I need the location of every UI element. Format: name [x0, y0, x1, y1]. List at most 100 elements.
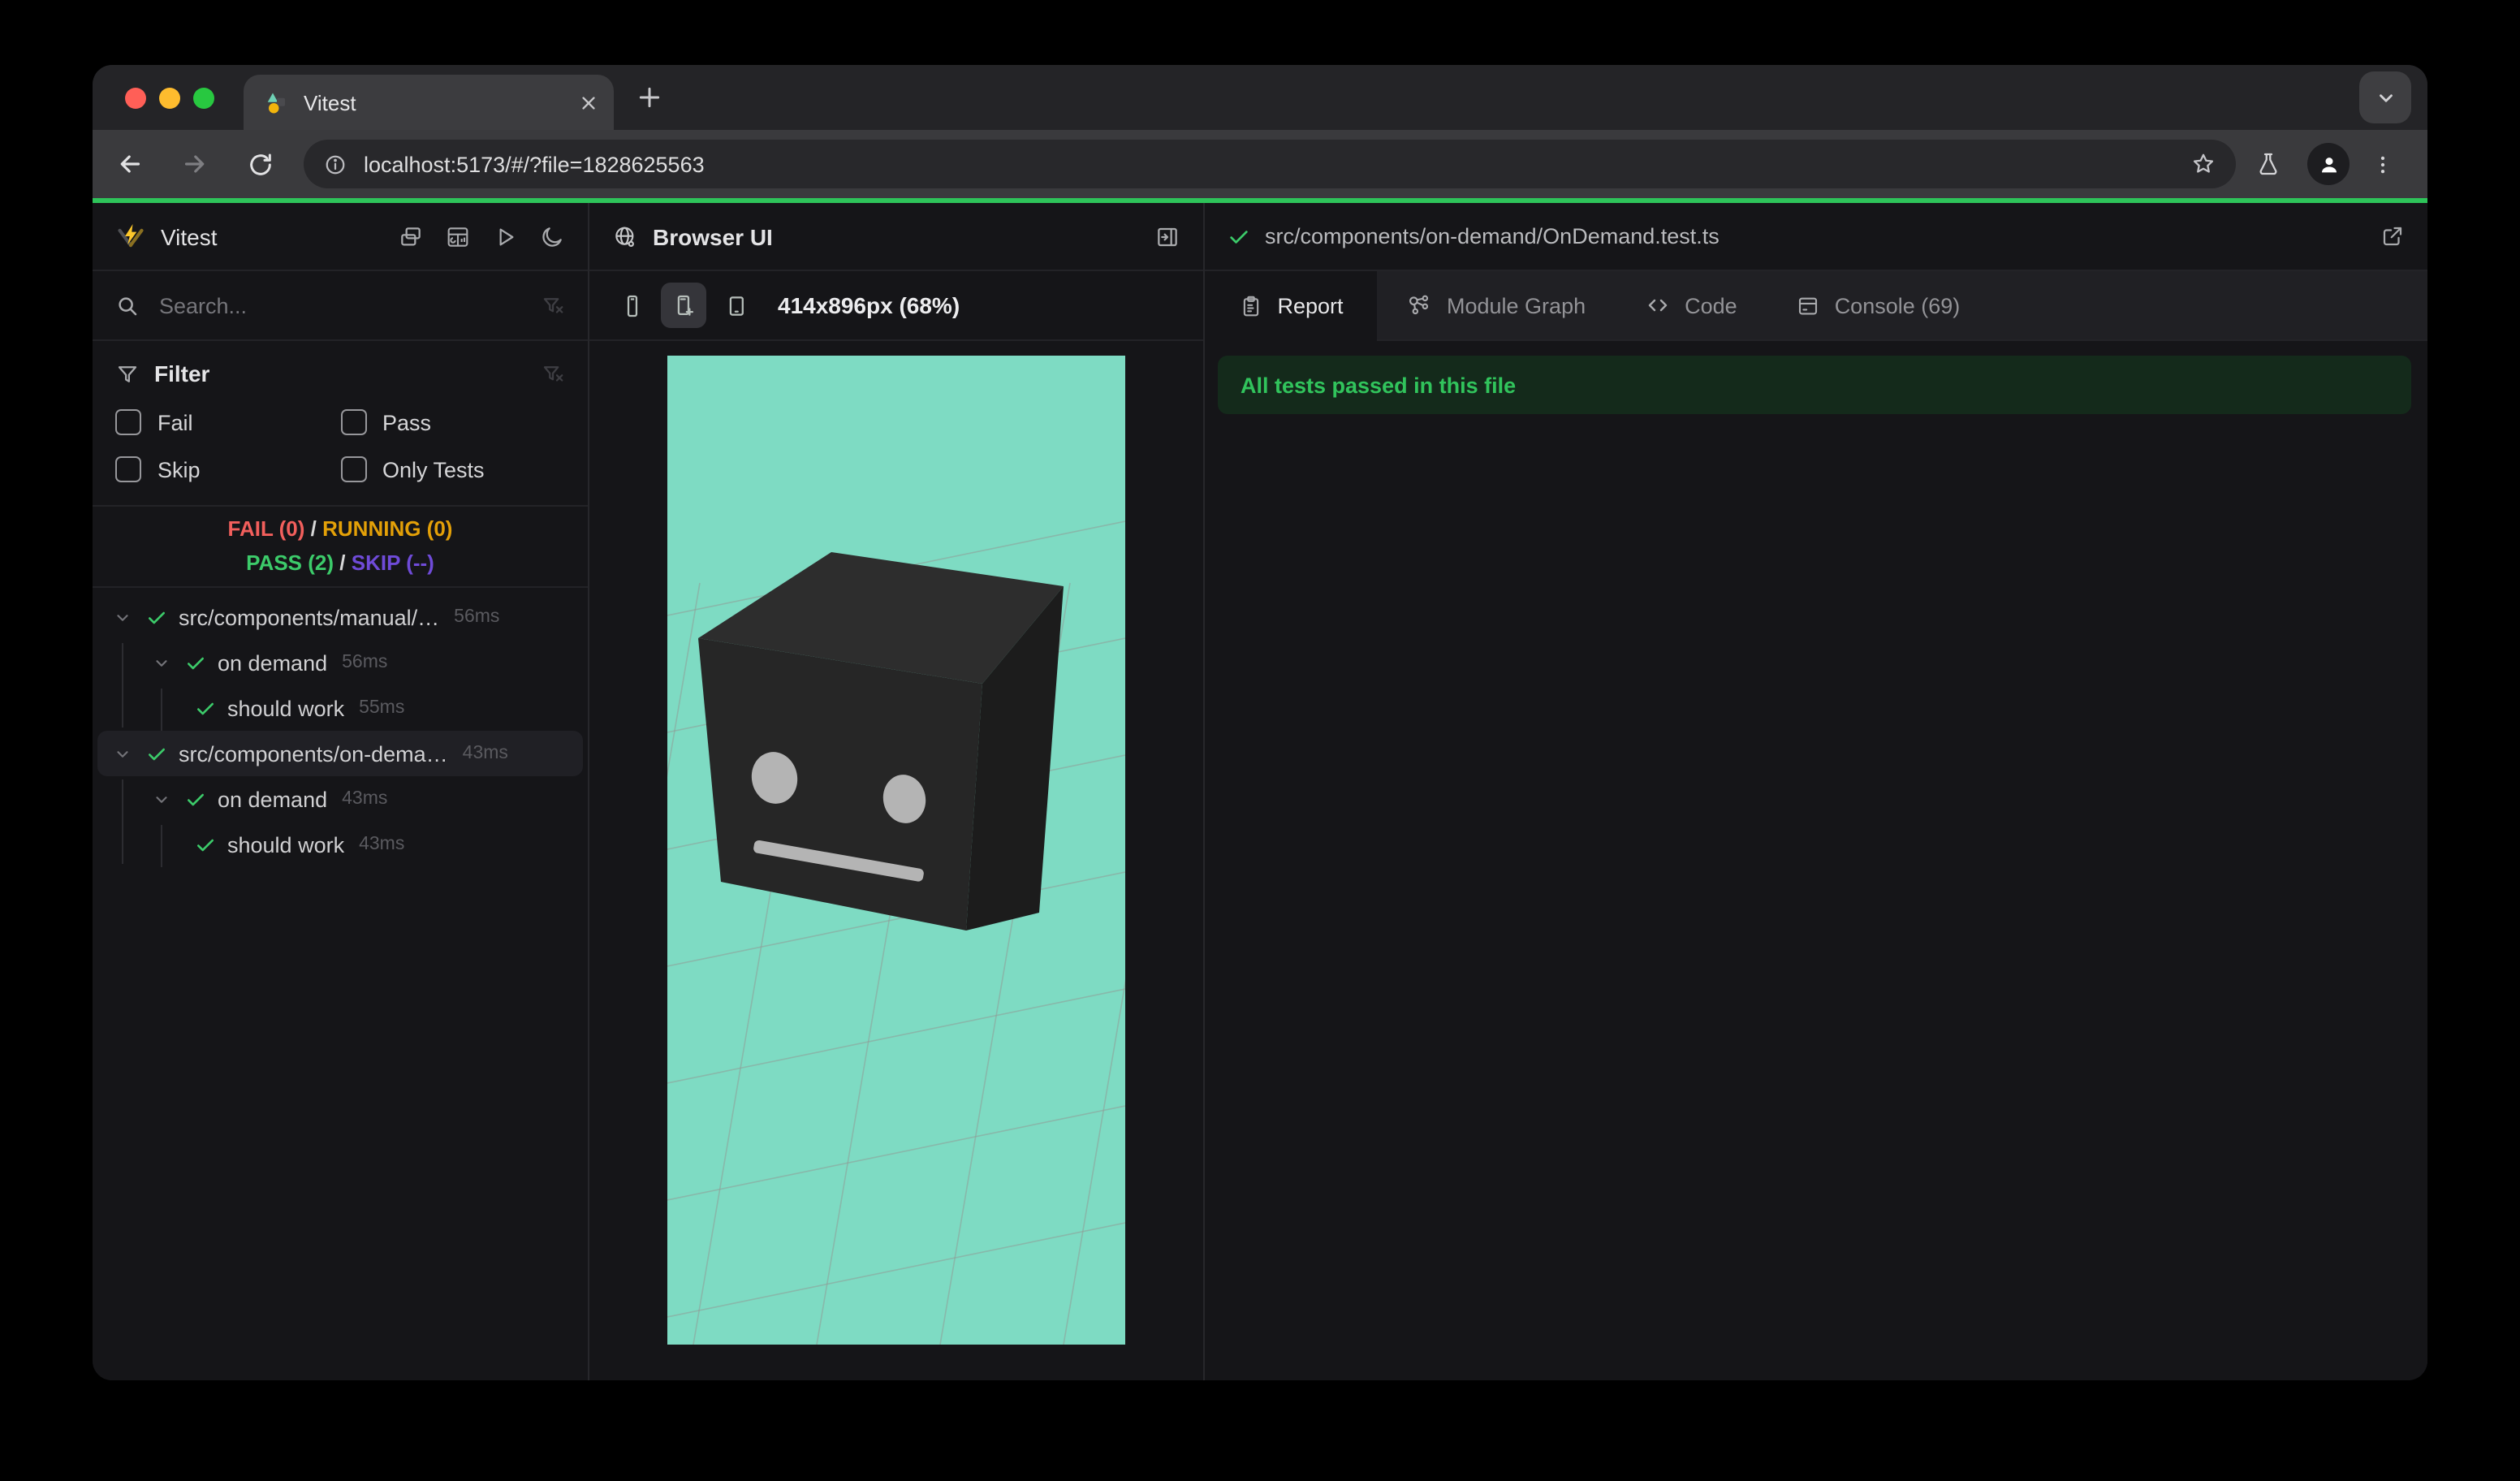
funnel-icon [115, 361, 140, 386]
filter-checkbox-only-tests[interactable]: Only Tests [340, 456, 565, 482]
search-icon [115, 293, 140, 317]
report-body: All tests passed in this file [1205, 341, 2427, 1380]
forward-button[interactable] [167, 136, 222, 192]
console-icon [1796, 293, 1820, 317]
filter-checkbox-fail[interactable]: Fail [115, 409, 340, 435]
chevron-down-icon[interactable] [153, 654, 170, 671]
dashboard-icon[interactable] [445, 223, 471, 249]
device-tablet-icon[interactable] [713, 283, 758, 328]
vitest-logo [115, 221, 146, 252]
device-toolbar: 414x896px (68%) [589, 271, 1203, 341]
minimize-window-button[interactable] [159, 87, 180, 108]
tree-guide [161, 689, 162, 731]
tab-search-button[interactable] [2359, 71, 2411, 123]
robot-cube [698, 552, 1064, 930]
zoom-window-button[interactable] [193, 87, 214, 108]
close-tab-icon[interactable] [580, 93, 598, 111]
tab-code[interactable]: Code [1615, 271, 1767, 339]
summary-line-1: FAIL (0) / RUNNING (0) [227, 516, 453, 541]
vitest-favicon [265, 90, 289, 114]
tab-report[interactable]: Report [1205, 271, 1377, 341]
browser-ui-panel: Browser UI 414x896px (68%) [589, 203, 1205, 1380]
tab-module-graph[interactable]: Module Graph [1377, 271, 1615, 339]
pass-check-icon [146, 607, 167, 628]
search-row [93, 271, 588, 341]
globe-icon [612, 223, 638, 249]
filter-checkbox-pass[interactable]: Pass [340, 409, 565, 435]
window-controls [93, 87, 244, 108]
url-text[interactable]: localhost:5173/#/?file=1828625563 [364, 152, 2181, 176]
open-panel-right-icon[interactable] [1154, 223, 1180, 249]
browser-ui-header: Browser UI [589, 203, 1203, 271]
app-title: Vitest [161, 223, 218, 249]
browser-ui-title: Browser UI [653, 223, 773, 249]
profile-avatar[interactable] [2307, 143, 2350, 185]
chevron-down-icon[interactable] [114, 608, 132, 626]
report-panel: src/components/on-demand/OnDemand.test.t… [1205, 203, 2427, 1380]
vitest-ui: Vitest Search... Filter Fail Pass Skip O… [93, 203, 2427, 1380]
filter-title: Filter [154, 361, 210, 386]
checkbox[interactable] [340, 409, 366, 435]
pass-check-icon [195, 697, 216, 719]
pass-check-icon [146, 743, 167, 764]
tab-console[interactable]: Console (69) [1767, 271, 1990, 339]
module-graph-icon [1406, 292, 1432, 318]
run-all-play-icon[interactable] [492, 223, 518, 249]
address-bar[interactable]: localhost:5173/#/?file=1828625563 [304, 140, 2236, 188]
reload-button[interactable] [232, 136, 287, 192]
tab-title: Vitest [304, 90, 356, 114]
tab-strip: Vitest [93, 65, 2427, 130]
test-case-row[interactable]: should work 55ms [93, 685, 588, 731]
checkbox[interactable] [115, 456, 141, 482]
clear-search-filter-icon[interactable] [541, 293, 565, 317]
test-suite-row[interactable]: on demand 43ms [93, 776, 588, 822]
clear-filters-icon[interactable] [541, 361, 565, 386]
pass-check-icon [185, 652, 206, 673]
test-file-row-selected[interactable]: src/components/on-dema… 43ms [97, 731, 583, 776]
test-file-path: src/components/on-demand/OnDemand.test.t… [1265, 224, 1720, 248]
browser-menu-kebab-icon[interactable] [2356, 138, 2408, 190]
browser-tab-vitest[interactable]: Vitest [244, 75, 614, 130]
summary-line-2: PASS (2) / SKIP (--) [246, 551, 434, 575]
site-info-icon[interactable] [323, 152, 347, 176]
pass-check-icon [185, 788, 206, 810]
tree-guide [122, 643, 123, 728]
bookmark-star-icon[interactable] [2181, 151, 2226, 177]
filter-section: Filter Fail Pass Skip Only Tests [93, 341, 588, 507]
screen: Vitest localhost:5173/#/?file=1828625563… [0, 0, 2520, 1481]
test-summary: FAIL (0) / RUNNING (0) PASS (2) / SKIP (… [93, 507, 588, 588]
dark-mode-moon-icon[interactable] [539, 223, 565, 249]
test-file-row[interactable]: src/components/manual/… 56ms [93, 594, 588, 640]
viewport-size-label: 414x896px (68%) [778, 292, 960, 318]
file-pass-check-icon [1228, 225, 1250, 248]
close-window-button[interactable] [125, 87, 146, 108]
collapse-windows-icon[interactable] [398, 223, 424, 249]
chevron-down-icon[interactable] [114, 745, 132, 762]
browser-toolbar: localhost:5173/#/?file=1828625563 [93, 130, 2427, 198]
open-external-icon[interactable] [2380, 224, 2405, 248]
new-tab-button[interactable] [636, 84, 662, 110]
chevron-down-icon[interactable] [153, 790, 170, 808]
viewport-area [589, 341, 1203, 1380]
search-input[interactable] [156, 291, 541, 319]
report-tabbar: Report Module Graph Code Console (69) [1205, 271, 2427, 341]
code-icon [1644, 292, 1670, 318]
sidebar-header: Vitest [93, 203, 588, 271]
browser-window: Vitest localhost:5173/#/?file=1828625563… [93, 65, 2427, 1380]
back-button[interactable] [102, 136, 158, 192]
checkbox[interactable] [115, 409, 141, 435]
tree-guide [161, 825, 162, 867]
test-case-row[interactable]: should work 43ms [93, 822, 588, 867]
sidebar: Vitest Search... Filter Fail Pass Skip O… [93, 203, 589, 1380]
tree-guide [122, 779, 123, 864]
filter-checkbox-skip[interactable]: Skip [115, 456, 340, 482]
clipboard-icon [1238, 294, 1262, 318]
pass-check-icon [195, 834, 216, 855]
device-phone-add-icon[interactable] [661, 283, 706, 328]
device-phone-small-icon[interactable] [609, 283, 654, 328]
experiments-flask-icon[interactable] [2242, 138, 2294, 190]
test-suite-row[interactable]: on demand 56ms [93, 640, 588, 685]
browser-viewport-iframe[interactable] [667, 356, 1125, 1345]
checkbox[interactable] [340, 456, 366, 482]
report-header: src/components/on-demand/OnDemand.test.t… [1205, 203, 2427, 271]
